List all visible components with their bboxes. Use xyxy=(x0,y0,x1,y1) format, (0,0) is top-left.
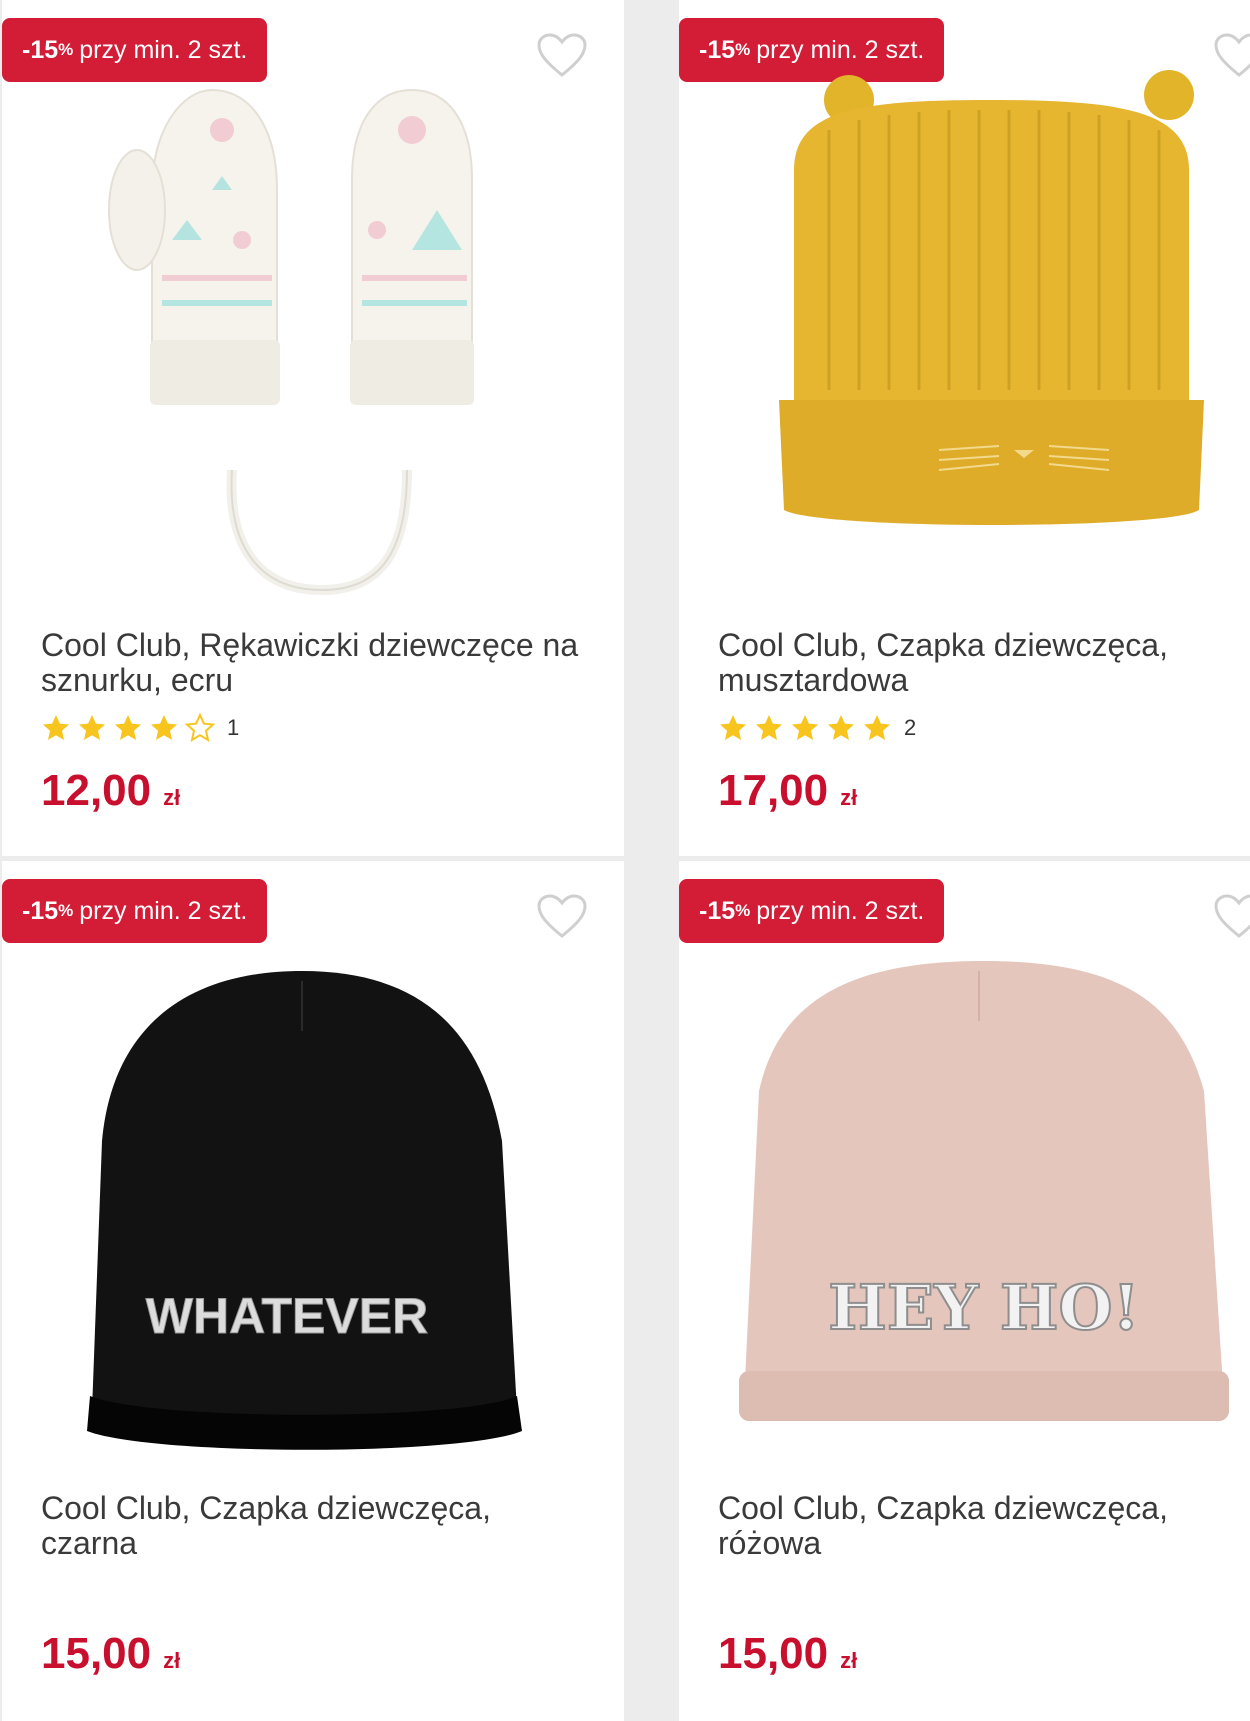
promo-percent: -15 xyxy=(22,896,59,925)
price-currency: zł xyxy=(163,785,181,810)
star-empty-icon xyxy=(185,713,215,743)
price-amount: 12,00 xyxy=(41,766,152,815)
product-image-black-hat[interactable]: WHATEVER xyxy=(62,941,562,1481)
hat-print-text: WHATEVER xyxy=(146,1288,428,1344)
star-filled-icon xyxy=(115,715,141,740)
product-title[interactable]: Cool Club, Czapka dziewczęca, musztardow… xyxy=(718,628,1250,698)
star-filled-icon xyxy=(756,715,782,740)
product-image-yellow-hat[interactable] xyxy=(739,70,1239,610)
product-card[interactable]: -15% przy min. 2 szt. Cool Club, Rękawic… xyxy=(2,0,624,856)
price-amount: 17,00 xyxy=(718,766,829,815)
product-card[interactable]: -15% przy min. 2 szt. HEY HO! Cool Club, … xyxy=(679,861,1250,1721)
price-currency: zł xyxy=(840,1648,858,1673)
price-amount: 15,00 xyxy=(41,1629,152,1678)
product-price: 15,00 zł xyxy=(41,1629,180,1679)
promo-badge: -15% przy min. 2 szt. xyxy=(2,879,268,943)
product-image-mittens[interactable] xyxy=(62,70,562,610)
product-price: 17,00 zł xyxy=(718,766,857,816)
hat-print-text: HEY HO! xyxy=(828,1271,1139,1344)
rating-count: 1 xyxy=(227,715,240,740)
product-price: 12,00 zł xyxy=(41,766,180,816)
promo-text: przy min. 2 szt. xyxy=(79,35,248,64)
promo-text: przy min. 2 szt. xyxy=(79,896,248,925)
promo-percent: -15 xyxy=(22,35,59,64)
rating: 1 xyxy=(41,712,239,744)
rating-count: 2 xyxy=(904,715,917,740)
rating: 2 xyxy=(718,712,916,744)
product-title[interactable]: Cool Club, Rękawiczki dziewczęce na sznu… xyxy=(41,628,581,698)
product-title[interactable]: Cool Club, Czapka dziewczęca, różowa xyxy=(718,1491,1250,1561)
promo-text: przy min. 2 szt. xyxy=(756,35,925,64)
star-filled-icon xyxy=(792,715,818,740)
product-image-pink-hat[interactable]: HEY HO! xyxy=(739,941,1239,1481)
product-title[interactable]: Cool Club, Czapka dziewczęca, czarna xyxy=(41,1491,581,1561)
product-card[interactable]: -15% przy min. 2 szt. WHATEVER Cool Club,… xyxy=(2,861,624,1721)
star-filled-icon xyxy=(151,715,177,740)
promo-percent-sign: % xyxy=(735,40,751,59)
product-card[interactable]: -15% przy min. 2 szt. Cool Club, Czapka d… xyxy=(679,0,1250,856)
product-price: 15,00 zł xyxy=(718,1629,857,1679)
promo-percent-sign: % xyxy=(735,901,751,920)
price-currency: zł xyxy=(840,785,858,810)
promo-percent: -15 xyxy=(699,896,736,925)
star-filled-icon xyxy=(720,715,746,740)
price-currency: zł xyxy=(163,1648,181,1673)
promo-percent: -15 xyxy=(699,35,736,64)
price-amount: 15,00 xyxy=(718,1629,829,1678)
promo-percent-sign: % xyxy=(58,40,74,59)
star-filled-icon xyxy=(828,715,854,740)
wishlist-heart-icon[interactable] xyxy=(536,893,588,939)
wishlist-heart-icon[interactable] xyxy=(1213,893,1250,939)
star-filled-icon xyxy=(864,715,890,740)
promo-badge: -15% przy min. 2 szt. xyxy=(679,879,945,943)
star-filled-icon xyxy=(43,715,69,740)
star-filled-icon xyxy=(79,715,105,740)
promo-text: przy min. 2 szt. xyxy=(756,896,925,925)
promo-percent-sign: % xyxy=(58,901,74,920)
